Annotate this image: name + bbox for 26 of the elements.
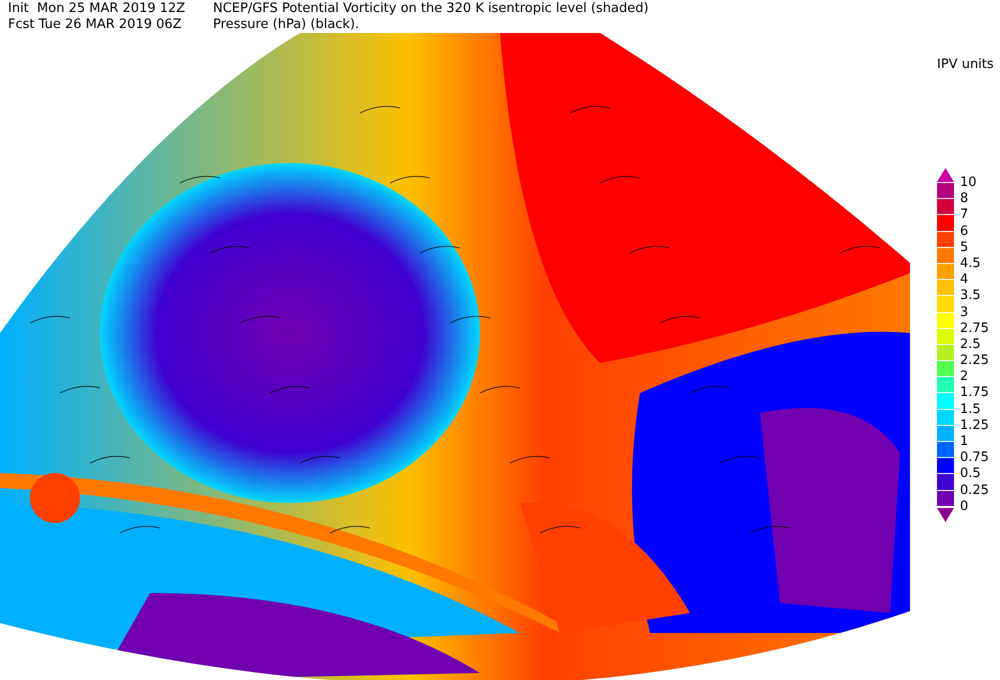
legend-label: 7 bbox=[960, 207, 970, 224]
legend-label: 0.5 bbox=[960, 466, 982, 483]
legend-label: 4.5 bbox=[960, 256, 982, 272]
legend-label: 5 bbox=[960, 240, 970, 256]
legend-label: 2.75 bbox=[960, 320, 989, 337]
chart-title: Pressure (hPa) (black). bbox=[213, 17, 360, 33]
legend-label: 0.25 bbox=[960, 482, 989, 499]
legend-label: 1.25 bbox=[960, 418, 989, 434]
legend-label: 10 bbox=[960, 175, 978, 192]
legend-label: 8 bbox=[960, 191, 970, 208]
init-forecast-time: Init Mon 25 MAR 2019 12Z bbox=[8, 1, 186, 17]
init-forecast-time: Fcst Tue 26 MAR 2019 06Z bbox=[8, 17, 183, 33]
legend-label: 0.75 bbox=[960, 450, 989, 466]
chart-title: NCEP/GFS Potential Vorticity on the 320 K isentropic level (shaded) bbox=[213, 1, 649, 17]
legend-label: 3 bbox=[960, 304, 970, 321]
legend-label: 2.25 bbox=[960, 353, 989, 370]
legend-label: 2.5 bbox=[960, 336, 982, 354]
legend-label: 1.75 bbox=[960, 385, 989, 402]
legend-label: 4 bbox=[960, 272, 970, 288]
legend-label: 1 bbox=[960, 434, 970, 450]
legend-label: 0 bbox=[960, 498, 970, 515]
legend-title: IPV units bbox=[937, 57, 995, 72]
legend-label: 3.5 bbox=[960, 288, 982, 304]
legend-label: 1.5 bbox=[960, 402, 982, 418]
legend-label: 2 bbox=[960, 369, 970, 386]
legend-label: 6 bbox=[960, 224, 970, 240]
